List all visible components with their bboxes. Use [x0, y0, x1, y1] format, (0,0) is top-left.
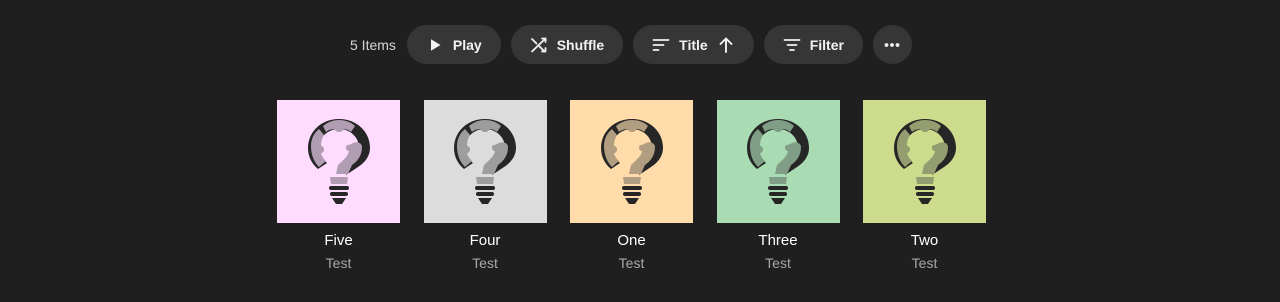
more-options-button[interactable] [872, 25, 912, 64]
lightbulb-question-icon [599, 117, 665, 207]
album-title[interactable]: One [617, 232, 645, 249]
album-card[interactable]: Five Test [277, 100, 400, 271]
shuffle-button-label: Shuffle [556, 36, 605, 53]
album-card[interactable]: One Test [570, 100, 693, 271]
arrow-up-icon [717, 36, 735, 54]
album-title[interactable]: Two [911, 232, 939, 249]
play-button-label: Play [452, 36, 482, 53]
filter-button[interactable]: Filter [763, 25, 863, 64]
play-icon [426, 36, 444, 54]
filter-icon [783, 36, 801, 54]
lightbulb-question-icon [452, 117, 518, 207]
album-artist[interactable]: Test [912, 255, 938, 271]
play-button[interactable]: Play [406, 25, 501, 64]
more-dots-icon [883, 36, 901, 54]
lightbulb-question-icon [306, 117, 372, 207]
album-artist[interactable]: Test [326, 255, 352, 271]
album-card[interactable]: Two Test [863, 100, 986, 271]
sort-button[interactable]: Title [633, 25, 754, 64]
shuffle-button[interactable]: Shuffle [510, 25, 624, 64]
album-cover[interactable] [423, 100, 547, 223]
album-title[interactable]: Three [758, 232, 797, 249]
shuffle-icon [530, 36, 548, 54]
lightbulb-question-icon [892, 117, 958, 207]
filter-button-label: Filter [809, 36, 844, 53]
item-count: 5 Items [350, 36, 396, 53]
library-toolbar: 5 Items Play Shuffle Title Filter [350, 25, 912, 64]
album-artist[interactable]: Test [472, 255, 498, 271]
album-cover[interactable] [863, 100, 986, 223]
album-cover[interactable] [277, 100, 400, 223]
album-title[interactable]: Five [324, 232, 352, 249]
sort-lines-icon [652, 36, 670, 54]
album-cover[interactable] [570, 100, 693, 223]
album-artist[interactable]: Test [619, 255, 645, 271]
album-card[interactable]: Four Test [423, 100, 547, 271]
album-cover[interactable] [716, 100, 840, 223]
album-card[interactable]: Three Test [716, 100, 840, 271]
sort-button-label: Title [679, 36, 708, 53]
album-title[interactable]: Four [470, 232, 501, 249]
album-artist[interactable]: Test [765, 255, 791, 271]
lightbulb-question-icon [745, 117, 811, 207]
album-grid: Five Test Four Test One Test Three Test … [277, 100, 986, 271]
